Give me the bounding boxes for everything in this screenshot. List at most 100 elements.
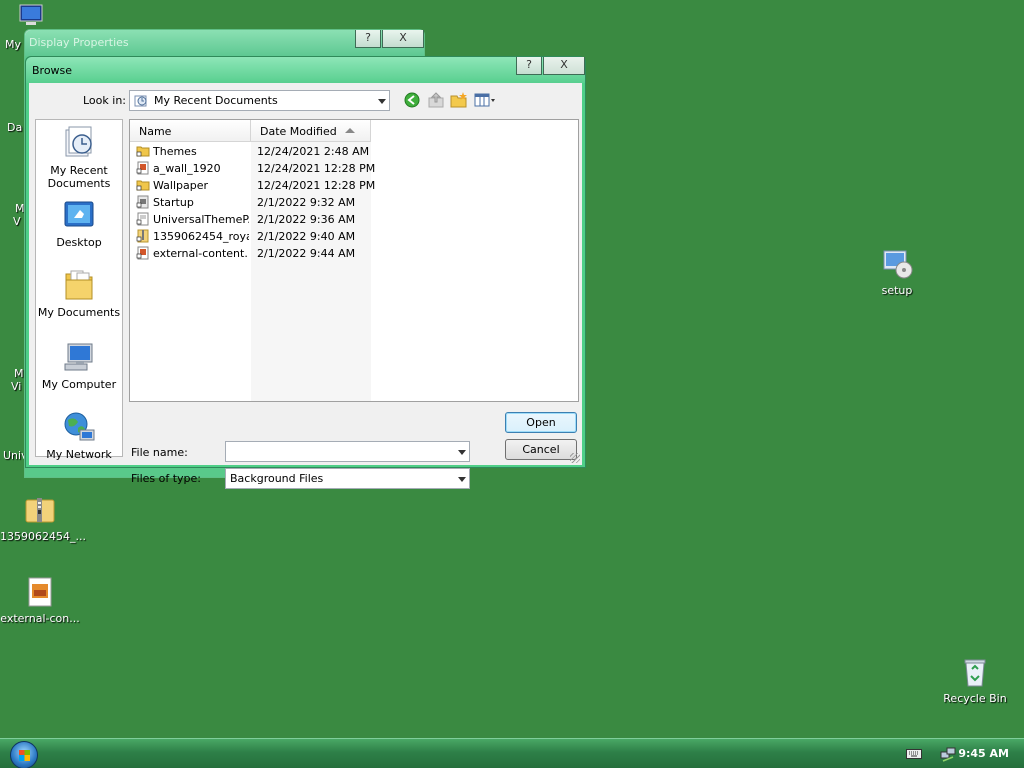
desktop-icon-label: 1359062454_... bbox=[0, 530, 86, 543]
network-icon[interactable] bbox=[940, 746, 956, 765]
window-title: Display Properties bbox=[29, 36, 129, 49]
sort-ascending-icon bbox=[345, 128, 355, 133]
files-of-type-value: Background Files bbox=[230, 472, 324, 485]
zip-folder-icon bbox=[24, 494, 56, 526]
file-name: 1359062454_roya... bbox=[153, 230, 249, 243]
my-documents-icon bbox=[62, 268, 96, 302]
look-in-value: My Recent Documents bbox=[154, 94, 278, 107]
file-name: Themes bbox=[153, 145, 197, 158]
desktop-label-fragment: Da bbox=[7, 121, 23, 134]
place-my-network[interactable]: My Network bbox=[36, 410, 122, 461]
image-shortcut-icon bbox=[136, 161, 150, 175]
shortcut-icon bbox=[136, 195, 150, 209]
place-label: My Network bbox=[46, 448, 112, 461]
desktop-icon-label: external-con... bbox=[0, 612, 80, 625]
open-button[interactable]: Open bbox=[505, 412, 577, 433]
views-menu-icon[interactable] bbox=[474, 92, 498, 108]
place-desktop[interactable]: Desktop bbox=[36, 198, 122, 249]
my-computer-icon bbox=[62, 340, 96, 374]
keyboard-icon[interactable] bbox=[906, 748, 922, 763]
system-tray: 9:45 AM bbox=[884, 739, 1024, 768]
desktop-icon-external-content[interactable]: external-con... bbox=[0, 576, 80, 625]
cancel-button[interactable]: Cancel bbox=[505, 439, 577, 460]
desktop-icon-setup[interactable]: setup bbox=[857, 248, 937, 297]
browse-titlebar[interactable]: Browse ? X bbox=[26, 57, 585, 83]
file-name: a_wall_1920 bbox=[153, 162, 221, 175]
files-of-type-dropdown[interactable]: Background Files bbox=[225, 468, 470, 489]
file-shortcut-icon bbox=[136, 212, 150, 226]
file-date: 12/24/2021 12:28 PM bbox=[257, 179, 376, 192]
file-name: Startup bbox=[153, 196, 194, 209]
file-row[interactable]: external-content... 2/1/2022 9:44 AM bbox=[130, 245, 375, 262]
file-list[interactable]: Name Date Modified Themes 12/24/2021 2:4… bbox=[129, 119, 579, 402]
browse-dialog: Browse ? X Look in: My Recent Documents bbox=[25, 56, 586, 489]
desktop-icon-my-computer[interactable] bbox=[0, 4, 60, 32]
desktop-icon-zip[interactable]: 1359062454_... bbox=[0, 494, 86, 543]
setup-icon bbox=[881, 248, 913, 280]
desktop-icon bbox=[62, 198, 96, 232]
file-row[interactable]: Startup 2/1/2022 9:32 AM bbox=[130, 194, 375, 211]
chevron-down-icon bbox=[458, 477, 466, 482]
desktop-label-fragment: M bbox=[14, 367, 24, 380]
desktop-icon-recycle-bin[interactable]: Recycle Bin bbox=[935, 656, 1015, 705]
column-header-label: Name bbox=[139, 125, 172, 138]
dialog-client-area: Look in: My Recent Documents My Recent D… bbox=[29, 83, 582, 489]
image-shortcut-icon bbox=[136, 246, 150, 260]
file-name-input[interactable] bbox=[225, 441, 470, 462]
my-network-icon bbox=[62, 410, 96, 444]
file-name: external-content... bbox=[153, 247, 249, 260]
file-row[interactable]: Wallpaper 12/24/2021 12:28 PM bbox=[130, 177, 375, 194]
recent-documents-icon bbox=[62, 126, 96, 160]
places-bar: My Recent Documents Desktop My Documents… bbox=[35, 119, 123, 461]
file-date: 2/1/2022 9:44 AM bbox=[257, 247, 356, 260]
file-row[interactable]: UniversalThemeP... 2/1/2022 9:36 AM bbox=[130, 211, 375, 228]
file-date: 12/24/2021 2:48 AM bbox=[257, 145, 370, 158]
image-file-icon bbox=[24, 576, 56, 608]
place-label: My Documents bbox=[37, 306, 121, 319]
file-row[interactable]: Themes 12/24/2021 2:48 AM bbox=[130, 143, 375, 160]
file-date: 12/24/2021 12:28 PM bbox=[257, 162, 376, 175]
windows-logo-icon bbox=[19, 750, 30, 761]
zip-shortcut-icon bbox=[136, 229, 150, 243]
column-header-name[interactable]: Name bbox=[130, 120, 251, 142]
file-date: 2/1/2022 9:36 AM bbox=[257, 213, 356, 226]
dialog-title: Browse bbox=[32, 64, 73, 77]
chevron-down-icon[interactable] bbox=[458, 450, 466, 455]
clock[interactable]: 9:45 AM bbox=[958, 747, 1009, 760]
taskbar: 9:45 AM bbox=[0, 738, 1024, 768]
recent-documents-icon bbox=[134, 94, 148, 107]
place-label: Desktop bbox=[56, 236, 102, 249]
desktop-label-fragment: V bbox=[13, 215, 21, 228]
help-button[interactable]: ? bbox=[516, 57, 542, 75]
close-button[interactable]: X bbox=[382, 30, 424, 48]
place-my-recent-documents[interactable]: My Recent Documents bbox=[36, 126, 122, 190]
display-properties-titlebar[interactable]: Display Properties ? X bbox=[25, 30, 424, 56]
recycle-bin-icon bbox=[959, 656, 991, 688]
file-row[interactable]: 1359062454_roya... 2/1/2022 9:40 AM bbox=[130, 228, 375, 245]
desktop-label-fragment: Vi bbox=[11, 380, 22, 393]
look-in-label: Look in: bbox=[83, 94, 126, 107]
column-header-label: Date Modified bbox=[260, 125, 337, 138]
new-folder-icon[interactable] bbox=[450, 92, 468, 108]
folder-shortcut-icon bbox=[136, 144, 150, 158]
close-button[interactable]: X bbox=[543, 57, 585, 75]
files-of-type-label: Files of type: bbox=[131, 472, 202, 485]
place-label: My Recent Documents bbox=[47, 164, 111, 190]
computer-icon bbox=[14, 4, 46, 28]
start-button[interactable] bbox=[10, 741, 38, 768]
chevron-down-icon bbox=[378, 99, 386, 104]
place-my-documents[interactable]: My Documents bbox=[36, 268, 122, 319]
desktop-icon-label: setup bbox=[881, 284, 913, 297]
file-row[interactable]: a_wall_1920 12/24/2021 12:28 PM bbox=[130, 160, 375, 177]
resize-grip[interactable] bbox=[570, 453, 580, 463]
back-icon[interactable] bbox=[403, 92, 421, 108]
file-name: UniversalThemeP... bbox=[153, 213, 249, 226]
file-date: 2/1/2022 9:40 AM bbox=[257, 230, 356, 243]
place-my-computer[interactable]: My Computer bbox=[36, 340, 122, 391]
column-header-date-modified[interactable]: Date Modified bbox=[251, 120, 371, 142]
up-folder-icon[interactable] bbox=[427, 92, 445, 108]
look-in-dropdown[interactable]: My Recent Documents bbox=[129, 90, 390, 111]
help-button[interactable]: ? bbox=[355, 30, 381, 48]
desktop-icon-label: Recycle Bin bbox=[943, 692, 1007, 705]
file-name-label: File name: bbox=[131, 446, 188, 459]
